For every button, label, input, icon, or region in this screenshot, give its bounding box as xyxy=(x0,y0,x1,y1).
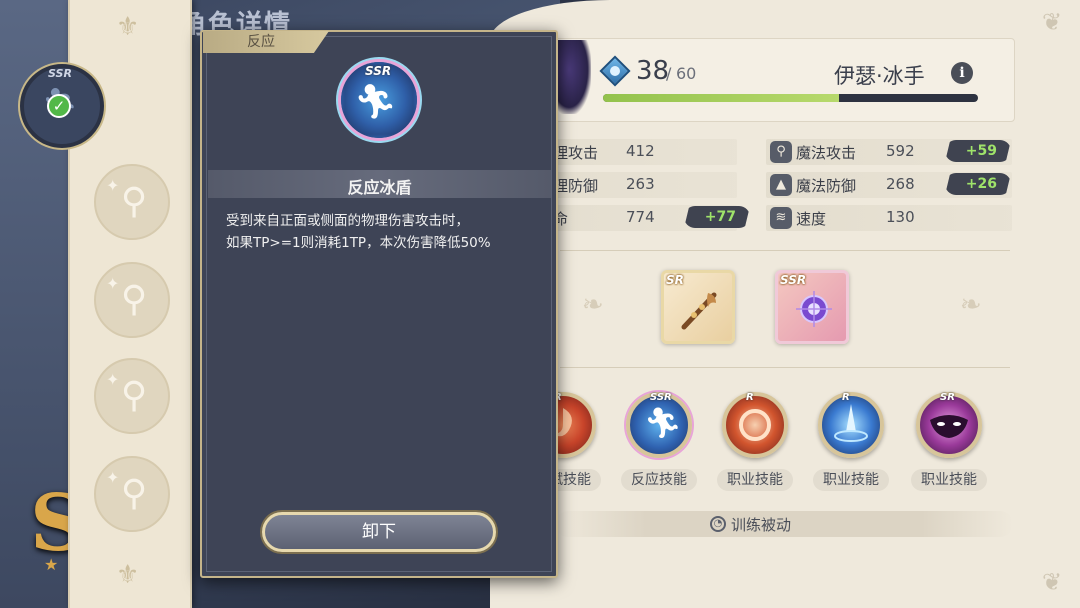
empty-skill-slot[interactable]: ✦ ⚲ xyxy=(94,358,170,434)
divider xyxy=(560,250,1010,251)
stat-value: 263 xyxy=(626,175,655,193)
unequip-button[interactable]: 卸下 xyxy=(262,512,496,552)
train-passive-label: 训练被动 xyxy=(731,516,792,534)
stat-row-mag-attack: ⚲ 魔法攻击 592 +59 xyxy=(770,139,1014,165)
skill-class-2[interactable]: R xyxy=(818,392,884,458)
fleur-icon: ⚜ xyxy=(116,560,140,590)
popup-category-tab: 反应 xyxy=(203,31,329,53)
stat-value: 774 xyxy=(626,208,655,226)
stat-label: 速度 xyxy=(796,210,827,228)
stat-label: 魔法防御 xyxy=(796,177,857,195)
run-icon: 🏃︎ xyxy=(644,406,683,441)
skill-class-3[interactable]: SR xyxy=(916,392,982,458)
corner-ornament-icon: ❦ xyxy=(1042,8,1063,36)
check-icon: ✓ xyxy=(47,94,71,118)
run-icon: 🏃︎ xyxy=(354,82,398,122)
corner-ornament-icon: ❦ xyxy=(1042,568,1063,596)
rarity-tag: SR xyxy=(666,273,684,287)
search-icon: ◔ xyxy=(710,516,726,532)
rarity-tag: SSR xyxy=(48,67,72,80)
orb-icon xyxy=(796,291,832,327)
description-line: 如果TP>=1则消耗1TP，本次伤害降低50% xyxy=(226,235,491,251)
stat-value: 592 xyxy=(886,142,915,160)
hero-name: 伊瑟·冰手 xyxy=(834,64,925,88)
skill-label: 反应技能 xyxy=(621,469,697,491)
level-gem-core xyxy=(610,66,620,76)
wand-icon: ⚲ xyxy=(120,279,148,320)
stat-row-speed: ≋ 速度 130 xyxy=(770,205,1014,231)
wand-icon: ⚲ xyxy=(120,375,148,416)
wing-icon: ≋ xyxy=(770,207,792,229)
stat-value: 412 xyxy=(626,142,655,160)
stat-value: 130 xyxy=(886,208,915,226)
hero-level: 38 xyxy=(636,56,670,86)
xp-bar xyxy=(603,94,978,102)
divider xyxy=(560,367,1010,368)
info-icon[interactable]: i xyxy=(951,62,973,84)
stat-bonus: +26 xyxy=(945,173,1011,195)
stat-value: 268 xyxy=(886,175,915,193)
hat-icon: ▲ xyxy=(770,174,792,196)
skill-label: 职业技能 xyxy=(717,469,793,491)
equipment-slot-weapon[interactable]: SR xyxy=(661,270,735,344)
wand-icon: ⚲ xyxy=(120,473,148,514)
stat-bonus: +77 xyxy=(684,206,750,228)
ice-spike-icon xyxy=(834,404,868,442)
description-line: 受到来自正面或侧面的物理伤害攻击时， xyxy=(226,213,469,229)
rarity-tag: SSR xyxy=(780,273,807,287)
stat-label: 魔法攻击 xyxy=(796,144,857,162)
level-separator: / xyxy=(666,64,672,83)
hero-level-max: 60 xyxy=(676,64,697,83)
empty-skill-slot[interactable]: ✦ ⚲ xyxy=(94,456,170,532)
popup-skill-title: 反应冰盾 xyxy=(347,178,412,197)
stat-bonus: +59 xyxy=(945,140,1011,162)
empty-skill-slot[interactable]: ✦ ⚲ xyxy=(94,164,170,240)
ornament-icon: ❧ xyxy=(960,290,982,320)
skill-class-1[interactable]: R xyxy=(722,392,788,458)
empty-skill-slot[interactable]: ✦ ⚲ xyxy=(94,262,170,338)
wand-icon: ⚲ xyxy=(770,141,792,163)
mask-icon xyxy=(930,415,968,438)
ornament-icon: ❧ xyxy=(582,290,604,320)
stat-row-mag-defense: ▲ 魔法防御 268 +26 xyxy=(770,172,1014,198)
rarity-tag: SR xyxy=(940,392,955,403)
popup-rarity-tag: SSR xyxy=(365,64,392,78)
staff-icon xyxy=(681,292,717,330)
rarity-tag: R xyxy=(746,392,754,403)
rarity-tag: R xyxy=(842,392,850,403)
skill-reaction[interactable]: SSR 🏃︎ xyxy=(626,392,692,458)
rarity-tag: SSR xyxy=(650,392,672,403)
popup-skill-description: 受到来自正面或侧面的物理伤害攻击时， 如果TP>=1则消耗1TP，本次伤害降低5… xyxy=(226,210,538,254)
skill-label: 职业技能 xyxy=(911,469,987,491)
star-icon: ★ xyxy=(44,555,59,574)
equipment-slot-accessory[interactable]: SSR xyxy=(775,270,849,344)
fleur-icon: ⚜ xyxy=(116,12,140,42)
xp-bar-fill xyxy=(603,94,840,102)
wand-icon: ⚲ xyxy=(120,181,148,222)
fire-ring-icon xyxy=(739,409,771,441)
skill-label: 职业技能 xyxy=(813,469,889,491)
